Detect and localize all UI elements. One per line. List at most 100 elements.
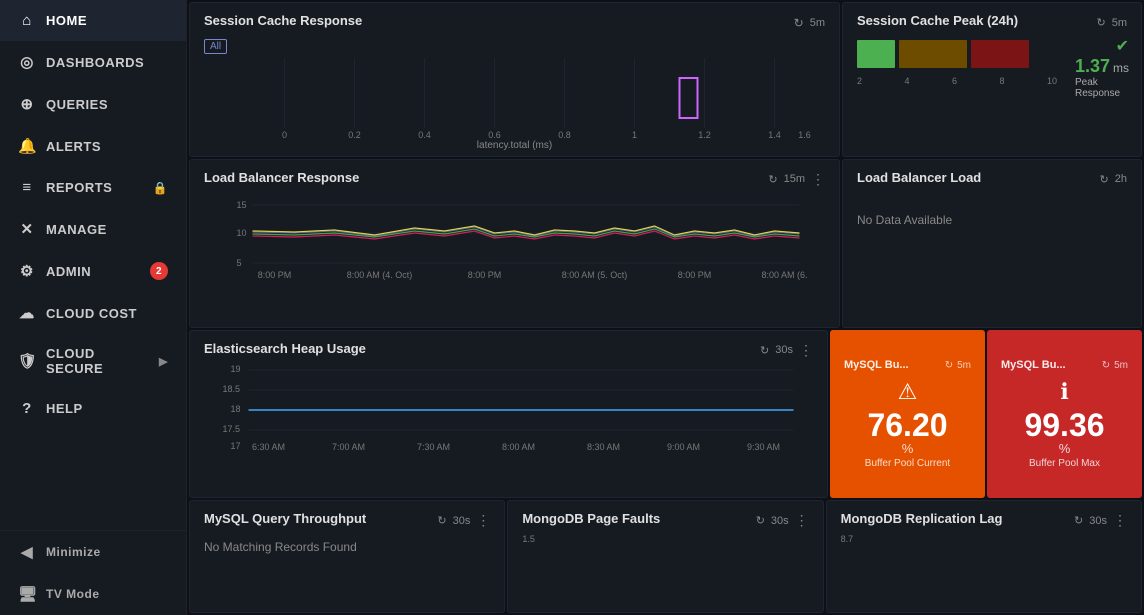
- refresh-icon: ↻: [945, 360, 953, 371]
- panel-header: Session Cache Response ↻ 5m: [204, 13, 825, 32]
- all-tag[interactable]: All: [204, 39, 227, 54]
- peak-bars: 246810: [857, 36, 1057, 86]
- sidebar-item-manage[interactable]: ✕ MANAGE: [0, 208, 186, 250]
- tile-title: MySQL Bu...: [1001, 359, 1066, 371]
- panel-header: Load Balancer Response ↻ 15m ⋮: [204, 170, 825, 189]
- reports-icon: ≡: [18, 179, 36, 196]
- es-svg: 19 18.5 18 17.5 17 6:30 AM: [204, 364, 813, 454]
- svg-text:9:00 AM: 9:00 AM: [667, 442, 700, 452]
- menu-icon[interactable]: ⋮: [476, 512, 490, 529]
- tile-sublabel: Buffer Pool Current: [865, 458, 950, 469]
- minimize-button[interactable]: ◀ Minimize: [0, 531, 186, 573]
- dashboards-icon: ◎: [18, 53, 36, 71]
- refresh-icon: ↻: [768, 173, 777, 186]
- y-start-label: 8.7: [841, 534, 1127, 544]
- svg-text:1.6: 1.6: [798, 130, 811, 138]
- panel-header: MongoDB Page Faults ↻ 30s ⋮: [522, 511, 808, 530]
- cloud-cost-icon: ☁: [18, 304, 36, 322]
- cloud-secure-icon: 🛡: [18, 352, 36, 370]
- svg-text:1.4: 1.4: [768, 130, 781, 138]
- svg-text:0.2: 0.2: [348, 130, 361, 138]
- panel-controls: ↻ 30s ⋮: [756, 512, 809, 529]
- svg-text:0: 0: [282, 130, 287, 138]
- refresh-interval: 30s: [771, 515, 789, 527]
- alerts-icon: 🔔: [18, 137, 36, 155]
- es-chart: 19 18.5 18 17.5 17 6:30 AM: [204, 364, 813, 459]
- svg-text:8:00 AM (4. Oct): 8:00 AM (4. Oct): [347, 270, 413, 280]
- row-4: MySQL Query Throughput ↻ 30s ⋮ No Matchi…: [189, 500, 1142, 613]
- sidebar-item-admin[interactable]: ⚙ ADMIN 2: [0, 250, 186, 292]
- panel-title: Session Cache Response: [204, 13, 362, 28]
- main-content: Session Cache Response ↻ 5m All: [187, 0, 1144, 615]
- refresh-interval: 5m: [1112, 17, 1127, 29]
- refresh-icon: ↻: [1097, 16, 1106, 29]
- sidebar-item-label: ALERTS: [46, 139, 101, 154]
- panel-controls: ↻ 30s ⋮: [1074, 512, 1127, 529]
- svg-text:8:00 AM: 8:00 AM: [502, 442, 535, 452]
- svg-text:8:00 PM: 8:00 PM: [678, 270, 712, 280]
- sidebar-item-label: QUERIES: [46, 97, 108, 112]
- mongodb-page-faults-panel: MongoDB Page Faults ↻ 30s ⋮ 1.5: [507, 500, 823, 613]
- mysql-buffer-max-tile: MySQL Bu... ↻ 5m ℹ 99.36 % Buffer Pool M…: [987, 330, 1142, 499]
- menu-icon[interactable]: ⋮: [811, 171, 825, 188]
- menu-icon[interactable]: ⋮: [799, 342, 813, 359]
- tile-sublabel: Buffer Pool Max: [1029, 458, 1100, 469]
- session-cache-chart: All 0 0.2: [204, 36, 825, 146]
- row-2: Load Balancer Response ↻ 15m ⋮ 15 10 5: [189, 159, 1142, 328]
- sidebar-item-home[interactable]: ⌂ HOME: [0, 0, 186, 41]
- sidebar-item-cloud-cost[interactable]: ☁ CLOUD COST: [0, 292, 186, 334]
- svg-text:8:00 PM: 8:00 PM: [258, 270, 292, 280]
- panel-header: Load Balancer Load ↻ 2h: [857, 170, 1127, 189]
- panel-header: Elasticsearch Heap Usage ↻ 30s ⋮: [204, 341, 813, 360]
- svg-text:18.5: 18.5: [223, 384, 241, 394]
- refresh-interval: 15m: [784, 173, 805, 185]
- sidebar-item-label: MANAGE: [46, 222, 107, 237]
- refresh-interval: 5m: [1114, 360, 1128, 371]
- home-icon: ⌂: [18, 12, 36, 29]
- sidebar-item-help[interactable]: ? HELP: [0, 388, 186, 429]
- menu-icon[interactable]: ⋮: [1113, 512, 1127, 529]
- refresh-interval: 5m: [810, 17, 825, 29]
- tile-controls: ↻ 5m: [945, 360, 971, 371]
- peak-bars-svg: [857, 36, 1057, 71]
- peak-unit: ms: [1113, 61, 1129, 75]
- sidebar-item-cloud-secure[interactable]: 🛡 CLOUD SECURE ▶: [0, 334, 186, 388]
- refresh-icon: ↻: [1074, 514, 1083, 527]
- mysql-query-panel: MySQL Query Throughput ↻ 30s ⋮ No Matchi…: [189, 500, 505, 613]
- lock-icon: 🔒: [153, 181, 168, 195]
- panel-title: MongoDB Page Faults: [522, 511, 660, 526]
- panel-title: MySQL Query Throughput: [204, 511, 366, 526]
- svg-text:7:00 AM: 7:00 AM: [332, 442, 365, 452]
- refresh-icon: ↻: [1102, 360, 1110, 371]
- sidebar-item-alerts[interactable]: 🔔 ALERTS: [0, 125, 186, 167]
- tile-unit: %: [902, 441, 914, 456]
- sidebar-item-queries[interactable]: ⊕ QUERIES: [0, 83, 186, 125]
- tile-title: MySQL Bu...: [844, 359, 909, 371]
- menu-icon[interactable]: ⋮: [795, 512, 809, 529]
- sidebar-item-dashboards[interactable]: ◎ DASHBOARDS: [0, 41, 186, 83]
- peak-sublabel: Peak Response: [1075, 77, 1129, 99]
- tv-mode-button[interactable]: 🖥 TV Mode: [0, 573, 186, 615]
- svg-text:8:30 AM: 8:30 AM: [587, 442, 620, 452]
- svg-text:5: 5: [237, 258, 242, 268]
- panel-controls: ↻ 5m: [794, 16, 825, 30]
- minimize-icon: ◀: [18, 543, 36, 561]
- help-icon: ?: [18, 400, 36, 417]
- svg-text:18: 18: [231, 404, 241, 414]
- refresh-interval: 30s: [453, 515, 471, 527]
- sidebar-item-label: CLOUD COST: [46, 306, 137, 321]
- sidebar-bottom: ◀ Minimize 🖥 TV Mode: [0, 530, 186, 615]
- mysql-buffer-current-tile: MySQL Bu... ↻ 5m ⚠ 76.20 % Buffer Pool C…: [830, 330, 985, 499]
- session-cache-svg: 0 0.2 0.4 0.6 0.8 1 1.2 1.4 1.6: [204, 58, 825, 138]
- tile-controls: ↻ 5m: [1102, 360, 1128, 371]
- sidebar-item-label: CLOUD SECURE: [46, 346, 149, 376]
- sidebar-item-reports[interactable]: ≡ REPORTS 🔒: [0, 167, 186, 208]
- load-balancer-svg: 15 10 5 8:00 PM 8:00 A: [204, 193, 825, 283]
- warning-icon: ⚠: [898, 379, 918, 405]
- no-matching-records: No Matching Records Found: [204, 534, 490, 554]
- svg-text:0.4: 0.4: [418, 130, 431, 138]
- refresh-interval: 5m: [957, 360, 971, 371]
- svg-text:9:30 AM: 9:30 AM: [747, 442, 780, 452]
- peak-value: 1.37: [1075, 56, 1110, 77]
- panel-header: MySQL Query Throughput ↻ 30s ⋮: [204, 511, 490, 530]
